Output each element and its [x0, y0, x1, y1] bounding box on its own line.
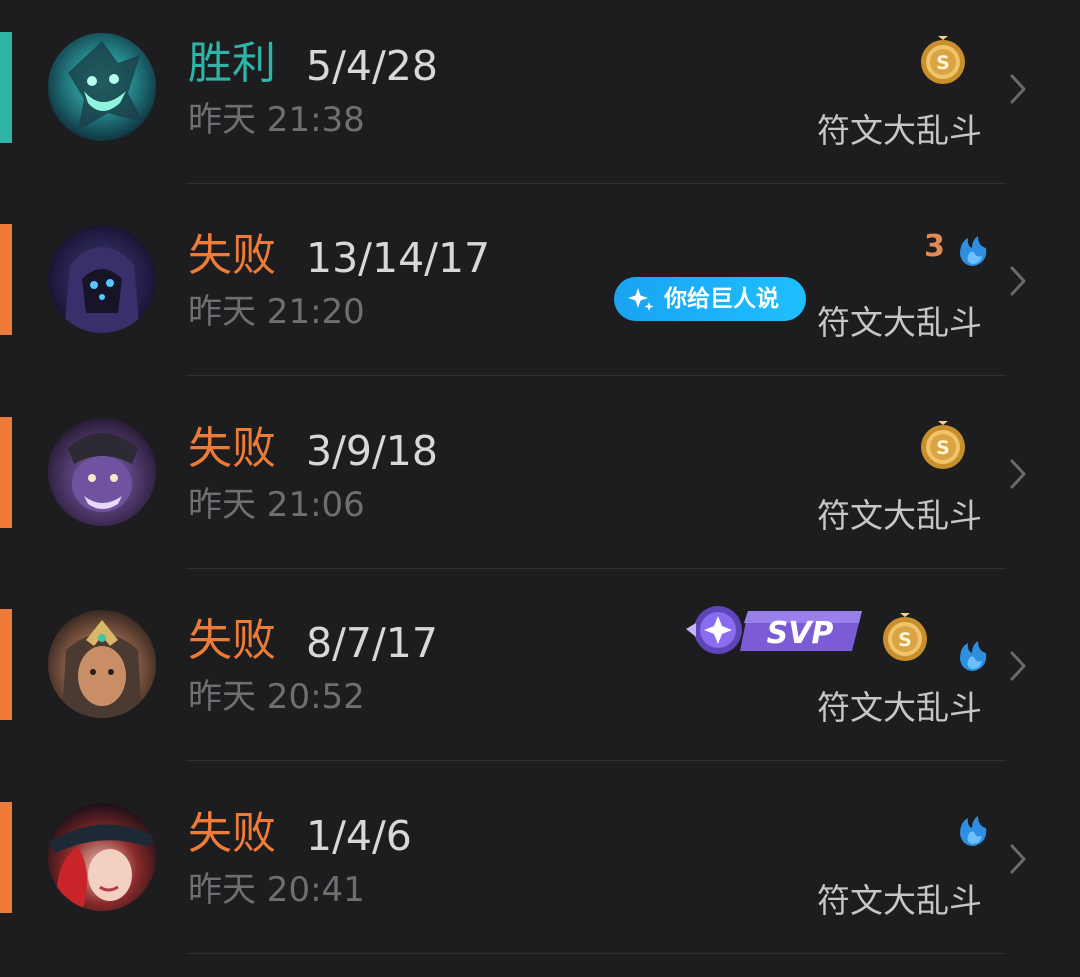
match-row[interactable]: 失败 13/14/17 昨天 21:20 3 你给巨人说 符文大乱斗	[0, 192, 1080, 384]
game-mode: 符文大乱斗	[817, 688, 982, 727]
gold-coin-icon: S	[921, 421, 965, 469]
match-result: 胜利	[188, 38, 276, 89]
match-row[interactable]: 失败 3/9/18 昨天 21:06 S 符文大乱斗	[0, 385, 1080, 577]
flame-icon	[960, 816, 987, 846]
divider	[186, 760, 1006, 761]
chevron-right-icon[interactable]	[1004, 457, 1032, 491]
match-result: 失败	[188, 423, 276, 474]
match-time: 昨天 21:38	[188, 100, 365, 140]
flame-icon	[960, 236, 987, 266]
svp-label: SVP	[767, 616, 834, 651]
match-time: 昨天 21:20	[188, 292, 365, 332]
game-mode: 符文大乱斗	[817, 881, 982, 920]
ai-summary-pill[interactable]: 你给巨人说	[614, 277, 806, 321]
kda: 3/9/18	[306, 427, 438, 475]
champion-avatar	[48, 803, 156, 911]
champion-avatar	[48, 418, 156, 526]
chevron-right-icon[interactable]	[1004, 649, 1032, 683]
match-row[interactable]: 失败 1/4/6 昨天 20:41 符文大乱斗	[0, 770, 1080, 962]
divider	[186, 568, 1006, 569]
triple-kill-badge: 3	[924, 229, 945, 264]
divider	[186, 953, 1006, 954]
game-mode: 符文大乱斗	[817, 496, 982, 535]
champion-avatar	[48, 610, 156, 718]
champion-avatar	[48, 225, 156, 333]
svg-text:S: S	[936, 52, 950, 74]
kda: 1/4/6	[306, 812, 412, 860]
loss-indicator-bar	[0, 802, 12, 913]
match-result: 失败	[188, 230, 276, 281]
kda: 5/4/28	[306, 42, 438, 90]
game-mode: 符文大乱斗	[817, 303, 982, 342]
match-time: 昨天 21:06	[188, 485, 365, 525]
match-time: 昨天 20:41	[188, 870, 365, 910]
match-result: 失败	[188, 808, 276, 859]
game-mode: 符文大乱斗	[817, 111, 982, 150]
svg-text:S: S	[936, 437, 950, 459]
gold-coin-icon: S	[883, 613, 927, 661]
champion-avatar	[48, 33, 156, 141]
match-row[interactable]: 失败 8/7/17 昨天 20:52 SVP S 符文大乱斗	[0, 577, 1080, 769]
kda: 8/7/17	[306, 619, 438, 667]
divider	[186, 183, 1006, 184]
ai-summary-label: 你给巨人说	[664, 286, 779, 312]
loss-indicator-bar	[0, 609, 12, 720]
match-row[interactable]: 胜利 5/4/28 昨天 21:38 S 符文大乱斗	[0, 0, 1080, 192]
svp-badge: SVP	[686, 606, 862, 654]
chevron-right-icon[interactable]	[1004, 72, 1032, 106]
svg-text:S: S	[898, 629, 912, 651]
chevron-right-icon[interactable]	[1004, 264, 1032, 298]
match-history-list: 胜利 5/4/28 昨天 21:38 S 符文大乱斗 失败 13/14/17 昨…	[0, 0, 1080, 977]
loss-indicator-bar	[0, 224, 12, 335]
gold-coin-icon: S	[921, 36, 965, 84]
match-time: 昨天 20:52	[188, 677, 365, 717]
divider	[186, 375, 1006, 376]
kda: 13/14/17	[306, 234, 491, 282]
loss-indicator-bar	[0, 417, 12, 528]
chevron-right-icon[interactable]	[1004, 842, 1032, 876]
match-result: 失败	[188, 615, 276, 666]
win-indicator-bar	[0, 32, 12, 143]
flame-icon	[960, 641, 987, 671]
sparkle-icon	[628, 288, 654, 311]
